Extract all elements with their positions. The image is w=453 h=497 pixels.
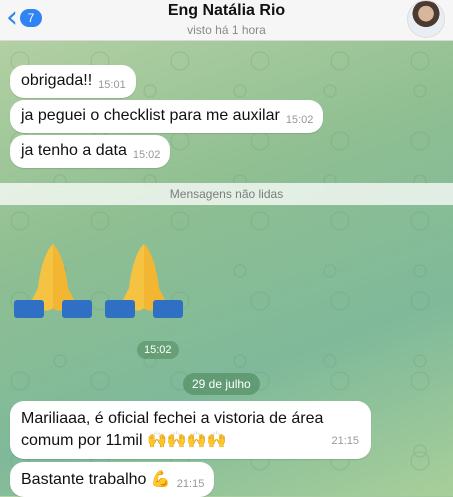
chat-area[interactable]: obrigada!! 15:01 ja peguei o checklist pa…: [0, 41, 453, 497]
message-time: 21:15: [176, 478, 205, 490]
praying-hands-icon: [14, 244, 92, 318]
message-bubble[interactable]: Mariliaaa, é oficial fechei a vistoria d…: [10, 401, 371, 459]
message-time: 15:02: [132, 149, 161, 161]
message-text: Bastante trabalho 💪: [21, 471, 171, 488]
date-divider: 29 de julho: [183, 373, 260, 395]
sticker-message[interactable]: [10, 238, 187, 320]
sticker-time: 15:02: [137, 341, 179, 359]
unread-divider: Mensagens não lidas: [0, 183, 453, 205]
message-bubble[interactable]: ja tenho a data 15:02: [10, 135, 171, 168]
avatar[interactable]: [407, 0, 445, 38]
praying-hands-icon: [105, 244, 183, 318]
contact-name: Eng Natália Rio: [167, 2, 286, 19]
message-time: 15:02: [285, 114, 314, 126]
message-bubble[interactable]: ja peguei o checklist para me auxilar 15:…: [10, 100, 324, 133]
message-time: 15:01: [98, 79, 126, 91]
message-text: ja tenho a data: [21, 142, 127, 159]
message-bubble[interactable]: Bastante trabalho 💪 21:15: [10, 462, 215, 497]
message-text: Mariliaaa, é oficial fechei a vistoria d…: [21, 410, 324, 449]
chat-header: ‹ 7 Eng Natália Rio visto há 1 hora: [0, 0, 453, 41]
message-bubble[interactable]: obrigada!! 15:01: [10, 65, 136, 98]
contact-info[interactable]: Eng Natália Rio visto há 1 hora: [0, 2, 453, 37]
message-text: obrigada!!: [21, 72, 93, 89]
message-text: ja peguei o checklist para me auxilar: [21, 107, 280, 124]
message-time: 21:15: [331, 435, 359, 447]
last-seen: visto há 1 hora: [187, 23, 266, 37]
